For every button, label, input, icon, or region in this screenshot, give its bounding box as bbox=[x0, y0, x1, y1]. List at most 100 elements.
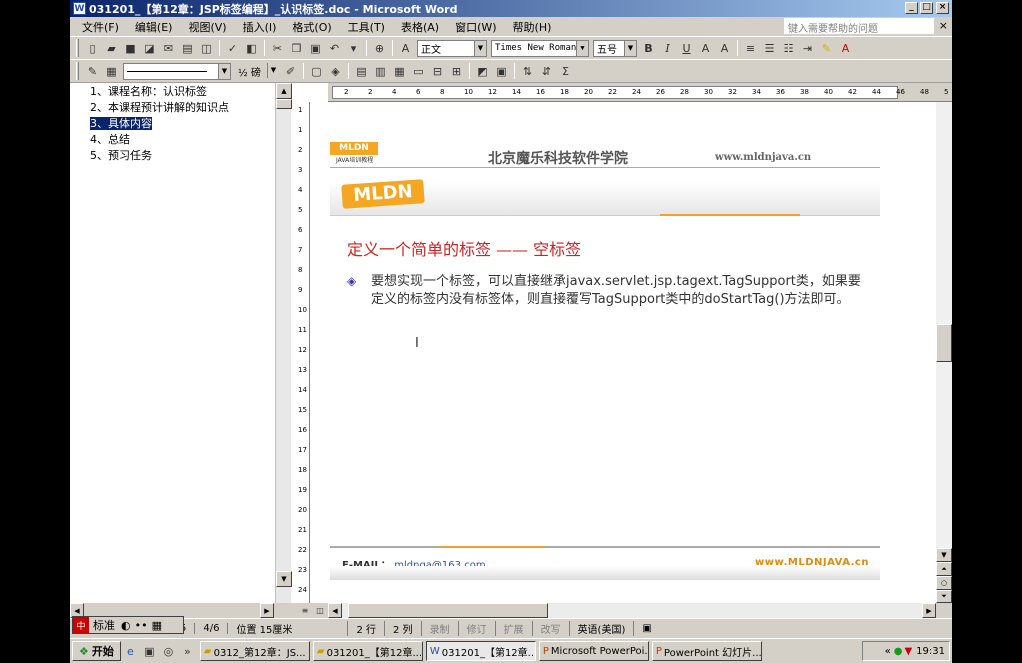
char-shading-icon[interactable]: A bbox=[716, 40, 733, 57]
ime-mode[interactable]: 标准 bbox=[89, 617, 119, 633]
distribute-columns-icon[interactable]: ⊞ bbox=[448, 63, 465, 80]
taskbar-item[interactable]: ▰ 0312_第12章：JS... bbox=[199, 641, 310, 661]
next-page-icon[interactable]: ⏷ bbox=[936, 590, 952, 603]
align-icon[interactable]: ▭ bbox=[410, 63, 427, 80]
table-autoformat-icon[interactable]: ◩ bbox=[474, 63, 491, 80]
taskbar-item[interactable]: ▰ 031201_【第12章... bbox=[312, 641, 423, 661]
undo-icon[interactable]: ↶ bbox=[326, 40, 343, 57]
taskbar-item-active[interactable]: W 031201_【第12章... bbox=[425, 641, 536, 661]
quicklaunch-more-icon[interactable]: » bbox=[179, 643, 196, 660]
taskbar-item[interactable]: P PowerPoint 幻灯片... bbox=[651, 641, 762, 661]
italic-button[interactable]: I bbox=[659, 40, 676, 57]
email-icon[interactable]: ✉ bbox=[160, 40, 177, 57]
line-style-select[interactable]: ▼ bbox=[123, 62, 231, 80]
menu-insert[interactable]: 插入(I) bbox=[235, 19, 285, 35]
distribute-rows-icon[interactable]: ⊟ bbox=[429, 63, 446, 80]
status-record[interactable]: 录制 bbox=[422, 620, 459, 636]
autofit-icon[interactable]: ▣ bbox=[493, 63, 510, 80]
ie-icon[interactable]: e bbox=[122, 643, 139, 660]
font-color-icon[interactable]: A bbox=[837, 40, 854, 57]
print-icon[interactable]: ▤ bbox=[179, 40, 196, 57]
status-track-changes[interactable]: 修订 bbox=[459, 620, 496, 636]
vertical-ruler[interactable]: 1 1 2 3 4 5 6 7 8 9 10 11 12 13 14 15 16 17 18 19 20 21 22 23 24 bbox=[295, 102, 310, 603]
close-button[interactable]: × bbox=[936, 2, 949, 14]
print-preview-icon[interactable]: ◫ bbox=[198, 40, 215, 57]
start-button[interactable]: ❖ 开始 bbox=[72, 641, 121, 661]
menu-file[interactable]: 文件(F) bbox=[74, 19, 127, 35]
scroll-down-icon[interactable]: ▼ bbox=[276, 571, 292, 587]
web-view-icon[interactable]: ◫ bbox=[314, 604, 326, 616]
spelling-icon[interactable]: ✓ bbox=[224, 40, 241, 57]
numbering-icon[interactable]: ☰ bbox=[761, 40, 778, 57]
outline-item[interactable]: 1、课程名称：认识标签 bbox=[90, 84, 357, 100]
bold-button[interactable]: B bbox=[640, 40, 657, 57]
toolbar-grip[interactable] bbox=[76, 62, 79, 80]
horizontal-ruler[interactable]: 2 2 4 6 8 10 12 14 16 18 20 22 24 26 28 30 32 34 36 38 40 42 4… bbox=[328, 83, 952, 102]
copy-icon[interactable]: ❐ bbox=[288, 40, 305, 57]
font-size-select[interactable]: 五号 ▼ bbox=[593, 39, 637, 57]
borders-icon[interactable]: ▢ bbox=[308, 63, 325, 80]
styles-icon[interactable]: A bbox=[397, 40, 414, 57]
antivirus-icon[interactable]: ▼ bbox=[904, 646, 912, 657]
ime-moon-icon[interactable]: ◐ bbox=[119, 619, 133, 632]
undo-dropdown-icon[interactable]: ▾ bbox=[345, 40, 362, 57]
doc-hscroll-track[interactable]: ◀ ▶ bbox=[328, 603, 936, 618]
toolbar-grip[interactable] bbox=[76, 39, 79, 57]
status-extend[interactable]: 扩展 bbox=[496, 620, 533, 636]
normal-view-icon[interactable]: ≡ bbox=[299, 604, 311, 616]
insert-table-icon[interactable]: ▤ bbox=[353, 63, 370, 80]
font-select[interactable]: Times New Roman ▼ bbox=[491, 39, 589, 57]
menu-view[interactable]: 视图(V) bbox=[180, 19, 234, 35]
scroll-down-icon[interactable]: ▼ bbox=[936, 548, 952, 562]
desktop-icon[interactable]: ▣ bbox=[141, 643, 158, 660]
taskbar-item[interactable]: P Microsoft PowerPoi... bbox=[538, 641, 649, 661]
scroll-left-icon[interactable]: ◀ bbox=[328, 603, 342, 618]
browse-object-icon[interactable]: ○ bbox=[936, 576, 952, 590]
border-color-icon[interactable]: ✐ bbox=[282, 63, 299, 80]
ime-toolbar[interactable]: 中 标准 ◐ •• ▦ bbox=[72, 616, 184, 634]
char-border-icon[interactable]: A bbox=[697, 40, 714, 57]
autosum-icon[interactable]: Σ bbox=[557, 63, 574, 80]
scroll-thumb[interactable] bbox=[936, 324, 952, 362]
media-icon[interactable]: ◎ bbox=[160, 643, 177, 660]
network-icon[interactable]: ● bbox=[894, 646, 903, 657]
document-close-icon[interactable]: × bbox=[939, 19, 948, 32]
paste-icon[interactable]: ▣ bbox=[307, 40, 324, 57]
status-overtype[interactable]: 改写 bbox=[533, 620, 570, 636]
ime-keyboard-icon[interactable]: ▦ bbox=[150, 619, 164, 632]
save-icon[interactable]: ■ bbox=[122, 40, 139, 57]
line-width-select[interactable]: ½ 磅 ▼ bbox=[235, 62, 279, 80]
outline-scrollbar[interactable]: ▲ ▼ bbox=[275, 83, 292, 603]
document-scrollbar[interactable]: ▼ ⏶ ○ ⏷ bbox=[936, 102, 952, 603]
scroll-up-icon[interactable]: ▲ bbox=[276, 83, 292, 99]
split-cells-icon[interactable]: ▦ bbox=[391, 63, 408, 80]
menu-table[interactable]: 表格(A) bbox=[393, 19, 447, 35]
scroll-right-icon[interactable]: ▶ bbox=[922, 603, 936, 618]
previous-page-icon[interactable]: ⏶ bbox=[936, 562, 952, 576]
underline-button[interactable]: U bbox=[678, 40, 695, 57]
sort-ascending-icon[interactable]: ⇅ bbox=[519, 63, 536, 80]
style-select[interactable]: 正文 ▼ bbox=[417, 39, 487, 57]
spelling-status-icon[interactable]: ▣ bbox=[634, 623, 659, 634]
outline-scroll-right-icon[interactable]: ▶ bbox=[260, 603, 274, 618]
ime-logo-icon[interactable]: 中 bbox=[73, 617, 89, 633]
justify-icon[interactable]: ≡ bbox=[742, 40, 759, 57]
menu-format[interactable]: 格式(O) bbox=[284, 19, 339, 35]
open-icon[interactable]: ▰ bbox=[103, 40, 120, 57]
bullets-icon[interactable]: ☷ bbox=[780, 40, 797, 57]
document-page[interactable]: MLDN JAVA培训教程 北京魔乐科技软件学院 www.mldnjava.cn… bbox=[310, 102, 936, 603]
menu-tools[interactable]: 工具(T) bbox=[340, 19, 393, 35]
indent-icon[interactable]: ⇥ bbox=[799, 40, 816, 57]
menu-help[interactable]: 帮助(H) bbox=[505, 19, 560, 35]
edit-icon[interactable]: ✎ bbox=[84, 63, 101, 80]
permission-icon[interactable]: ◪ bbox=[141, 40, 158, 57]
hscroll-thumb[interactable] bbox=[348, 603, 548, 618]
merge-cells-icon[interactable]: ▥ bbox=[372, 63, 389, 80]
word-app-icon[interactable]: W bbox=[73, 2, 86, 15]
menu-window[interactable]: 窗口(W) bbox=[447, 19, 504, 35]
scroll-thumb[interactable] bbox=[276, 99, 292, 109]
sort-descending-icon[interactable]: ⇵ bbox=[538, 63, 555, 80]
menu-edit[interactable]: 编辑(E) bbox=[127, 19, 181, 35]
tray-expand-icon[interactable]: « bbox=[885, 646, 891, 657]
help-search-input[interactable]: 键入需要帮助的问题 bbox=[784, 18, 934, 35]
